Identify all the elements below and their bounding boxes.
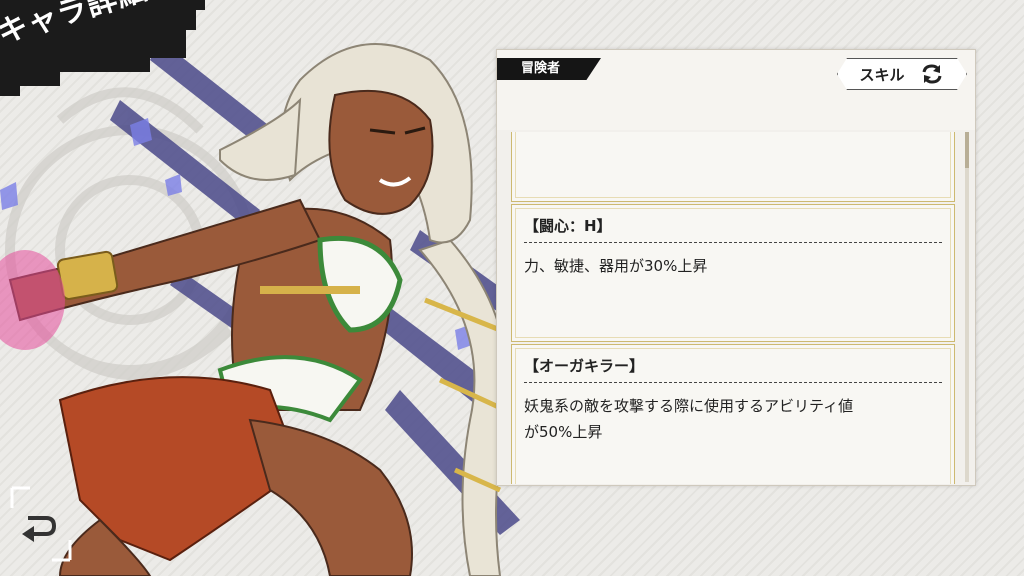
character-info-panel: 冒険者 スキル 【闘心：H】 力、敏捷、器用が30%上昇 【オーガキラー】 妖鬼…	[496, 49, 976, 486]
legs	[248, 418, 413, 576]
rank-label: 冒険者	[497, 58, 601, 80]
scrollbar[interactable]	[965, 132, 969, 482]
skill-toggle-button[interactable]: スキル	[837, 58, 967, 90]
skill-name: 【闘心：H】	[524, 215, 942, 243]
scrollbar-thumb[interactable]	[965, 132, 969, 168]
hand-glow	[0, 250, 65, 350]
skill-description: 力、敏捷、器用が30%上昇	[524, 257, 708, 275]
skill-card-partial	[511, 132, 955, 202]
refresh-arrows-icon	[919, 61, 945, 87]
skill-name: 【オーガキラー】	[524, 355, 942, 383]
skill-description-line: 妖鬼系の敵を攻撃する際に使用するアビリティ値	[524, 397, 854, 415]
return-arrow-icon	[22, 516, 57, 542]
face	[328, 89, 434, 215]
skill-description: 妖鬼系の敵を攻撃する際に使用するアビリティ値 が50%上昇	[524, 393, 942, 445]
skill-card: 【オーガキラー】 妖鬼系の敵を攻撃する際に使用するアビリティ値 が50%上昇	[511, 344, 955, 484]
skill-list[interactable]: 【闘心：H】 力、敏捷、器用が30%上昇 【オーガキラー】 妖鬼系の敵を攻撃する…	[511, 132, 957, 484]
skill-button-label: スキル	[859, 65, 905, 84]
panel-header: 冒険者 スキル	[497, 50, 975, 130]
skill-card: 【闘心：H】 力、敏捷、器用が30%上昇	[511, 204, 955, 342]
skill-description-line: が50%上昇	[524, 423, 603, 441]
back-button[interactable]	[10, 486, 72, 562]
